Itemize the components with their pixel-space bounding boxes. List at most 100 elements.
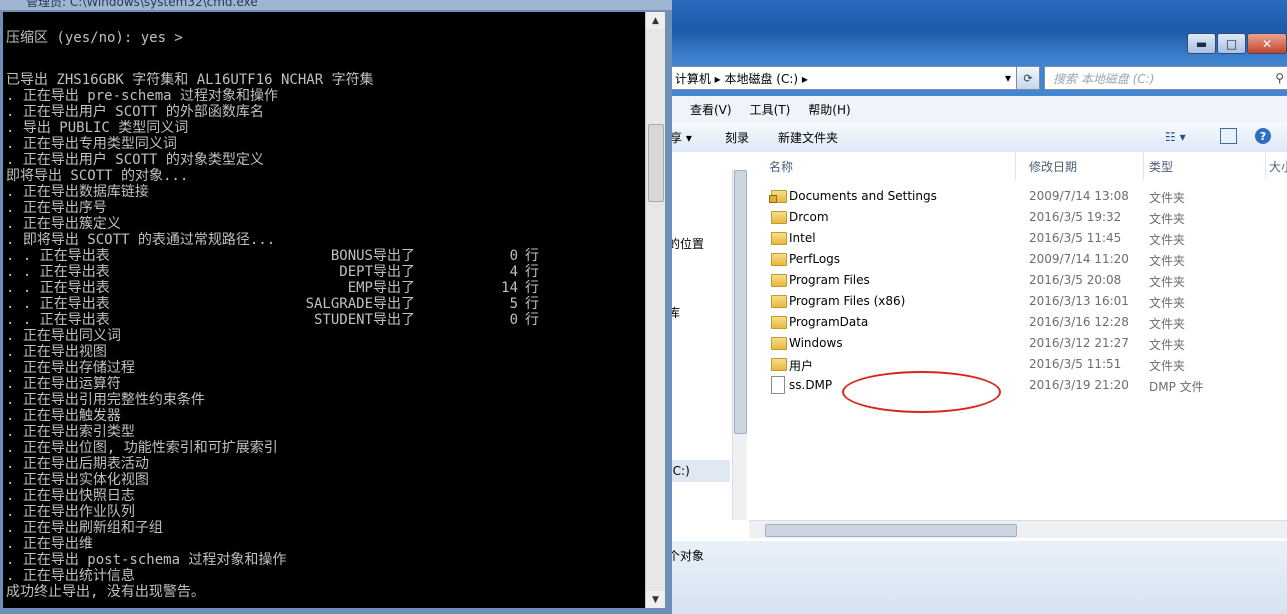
cmd-titlebar[interactable]: 管理员: C:\Windows\system32\cmd.exe — [0, 0, 672, 10]
preview-pane-icon[interactable] — [1220, 128, 1237, 144]
console-line: 即将导出 SCOTT 的对象... — [6, 168, 189, 184]
table-suffix: 导出了 — [373, 296, 415, 312]
file-row[interactable]: Windows 2016/3/12 21:27 文件夹 — [749, 333, 1287, 354]
folder-icon — [771, 232, 787, 245]
file-name: ProgramData — [789, 315, 869, 329]
file-row[interactable]: Drcom 2016/3/5 19:32 文件夹 — [749, 207, 1287, 228]
file-name: Program Files (x86) — [789, 294, 906, 308]
file-row[interactable]: Program Files 2016/3/5 20:08 文件夹 — [749, 270, 1287, 291]
file-type: 文件夹 — [1149, 212, 1186, 226]
explorer-window: ▬ □ ✕ ▸ 计算机 ▸ 本地磁盘 (C:) ▸ ▾ ⟳ 搜索 本地磁盘 (C… — [660, 0, 1287, 614]
file-list: 名称 修改日期 类型 大小 Documents and Settings 2009… — [749, 152, 1287, 541]
file-name: Drcom — [789, 210, 829, 224]
file-row[interactable]: ProgramData 2016/3/16 12:28 文件夹 — [749, 312, 1287, 333]
column-header-type[interactable]: 类型 — [1145, 152, 1266, 180]
share-button[interactable]: 享 ▾ — [670, 129, 692, 146]
folder-locked-icon — [769, 190, 787, 203]
console-line: . 正在导出位图, 功能性索引和可扩展索引 — [6, 440, 278, 456]
column-header-name[interactable]: 名称 — [765, 152, 1016, 180]
console-line: . 正在导出统计信息 — [6, 568, 135, 584]
address-bar[interactable]: ▸ 计算机 ▸ 本地磁盘 (C:) ▸ ▾ — [660, 66, 1018, 90]
table-name: STUDENT — [313, 312, 373, 328]
menu-view[interactable]: 查看(V) — [690, 101, 732, 118]
refresh-icon[interactable]: ⟳ — [1016, 66, 1040, 90]
file-row[interactable]: Program Files (x86) 2016/3/13 16:01 文件夹 — [749, 291, 1287, 312]
console-line: . 正在导出用户 SCOTT 的对象类型定义 — [6, 152, 264, 168]
nav-scrollbar[interactable] — [732, 170, 747, 520]
file-date: 2016/3/12 21:27 — [1029, 336, 1129, 350]
maximize-button[interactable]: □ — [1217, 33, 1246, 54]
folder-icon — [771, 358, 787, 371]
file-name: ss.DMP — [789, 378, 833, 392]
search-input[interactable]: 搜索 本地磁盘 (C:) ⚲ — [1044, 66, 1287, 90]
console-line: . 正在导出快照日志 — [6, 488, 135, 504]
table-name: EMP — [347, 280, 373, 296]
console-line: . 正在导出引用完整性约束条件 — [6, 392, 205, 408]
status-bar: 个对象 — [660, 541, 1287, 614]
console-line: . 正在导出后期表活动 — [6, 456, 149, 472]
console-line: . 正在导出索引类型 — [6, 424, 135, 440]
cmd-title: 管理员: C:\Windows\system32\cmd.exe — [26, 0, 258, 9]
column-header-size[interactable]: 大小 — [1265, 152, 1287, 180]
table-prefix: . . 正在导出表 — [6, 280, 110, 296]
help-icon[interactable]: ? — [1255, 128, 1271, 144]
file-type: 文件夹 — [1149, 338, 1186, 352]
table-row-count: 0 — [509, 248, 518, 264]
table-prefix: . . 正在导出表 — [6, 312, 110, 328]
file-type: 文件夹 — [1149, 296, 1186, 310]
file-date: 2016/3/5 20:08 — [1029, 273, 1122, 287]
column-header-date[interactable]: 修改日期 — [1025, 152, 1144, 180]
minimize-button[interactable]: ▬ — [1187, 33, 1216, 54]
file-name: 用户 — [789, 359, 814, 373]
burn-button[interactable]: 刻录 — [725, 129, 749, 146]
search-icon[interactable]: ⚲ — [1275, 71, 1284, 85]
file-type: 文件夹 — [1149, 275, 1186, 289]
menu-tools[interactable]: 工具(T) — [750, 101, 791, 118]
console-line: . 导出 PUBLIC 类型同义词 — [6, 120, 189, 136]
close-button[interactable]: ✕ — [1247, 33, 1287, 54]
console-line: . 正在导出用户 SCOTT 的外部函数库名 — [6, 104, 264, 120]
table-name: BONUS — [330, 248, 373, 264]
file-date: 2016/3/5 11:45 — [1029, 231, 1122, 245]
file-date: 2016/3/5 19:32 — [1029, 210, 1122, 224]
nav-item-recent-places[interactable]: 的位置 — [668, 235, 704, 252]
file-icon — [771, 376, 785, 394]
file-row[interactable]: 用户 2016/3/5 11:51 文件夹 — [749, 354, 1287, 375]
file-name: Program Files — [789, 273, 870, 287]
new-folder-button[interactable]: 新建文件夹 — [778, 129, 838, 146]
console-line: . 正在导出序号 — [6, 200, 107, 216]
console-line: . 即将导出 SCOTT 的表通过常规路径... — [6, 232, 276, 248]
file-row[interactable]: Documents and Settings 2009/7/14 13:08 文件夹 — [749, 186, 1287, 207]
menu-help[interactable]: 帮助(H) — [808, 101, 850, 118]
navigation-pane: 的位置 库 (C:) — [660, 152, 749, 541]
file-type: 文件夹 — [1149, 317, 1186, 331]
console-line: . 正在导出触发器 — [6, 408, 121, 424]
file-row[interactable]: PerfLogs 2009/7/14 11:20 文件夹 — [749, 249, 1287, 270]
nav-scroll-thumb[interactable] — [734, 170, 747, 434]
address-path[interactable]: ▸ 计算机 ▸ 本地磁盘 (C:) ▸ — [665, 70, 808, 87]
console-output[interactable]: 压缩区 (yes/no): yes > 已导出 ZHS16GBK 字符集和 AL1… — [3, 12, 645, 608]
file-row[interactable]: Intel 2016/3/5 11:45 文件夹 — [749, 228, 1287, 249]
table-suffix: 导出了 — [373, 312, 415, 328]
cmd-scrollbar[interactable]: ▲ ▼ — [645, 12, 665, 608]
table-row-unit: 行 — [525, 248, 539, 264]
change-view-icon[interactable]: ☷ ▾ — [1165, 130, 1186, 144]
scroll-down-icon[interactable]: ▼ — [646, 591, 665, 608]
horizontal-scroll-thumb[interactable] — [765, 524, 1017, 537]
table-prefix: . . 正在导出表 — [6, 248, 110, 264]
cmd-scroll-thumb[interactable] — [648, 124, 664, 202]
column-date-label: 修改日期 — [1029, 159, 1078, 174]
console-line: 压缩区 (yes/no): yes > — [6, 30, 183, 46]
console-line: . 正在导出实体化视图 — [6, 472, 149, 488]
table-suffix: 导出了 — [373, 264, 415, 280]
table-name: DEPT — [339, 264, 373, 280]
window-controls: ▬ □ ✕ — [1186, 33, 1287, 54]
console-line: . 正在导出运算符 — [6, 376, 121, 392]
horizontal-scrollbar[interactable] — [749, 520, 1287, 538]
file-row[interactable]: ss.DMP 2016/3/19 21:20 DMP 文件 — [749, 375, 1287, 396]
scroll-up-icon[interactable]: ▲ — [646, 12, 665, 29]
file-type: DMP 文件 — [1149, 380, 1204, 394]
address-dropdown-icon[interactable]: ▾ — [1005, 71, 1011, 85]
file-type: 文件夹 — [1149, 359, 1186, 373]
console-line: . 正在导出刷新组和子组 — [6, 520, 163, 536]
